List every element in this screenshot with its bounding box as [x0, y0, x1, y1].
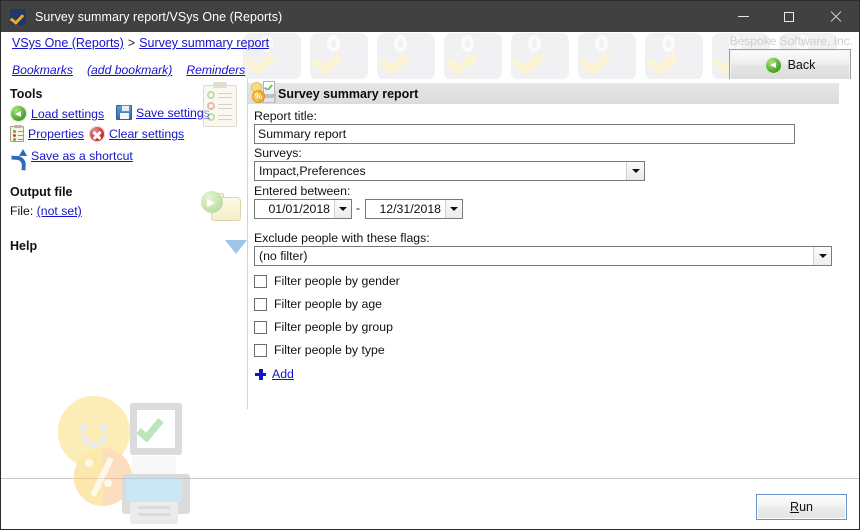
chevron-down-icon[interactable]	[626, 162, 644, 180]
entered-to-date-value: 12/31/2018	[379, 202, 441, 216]
filter-by-type-checkbox[interactable]: Filter people by type	[254, 342, 385, 358]
breadcrumb: VSys One (Reports) > Survey summary report	[12, 36, 269, 50]
add-filter-label: Add	[272, 367, 294, 381]
exclude-flags-select[interactable]: (no filter)	[254, 246, 832, 266]
exclude-flags-select-value: (no filter)	[259, 249, 308, 263]
breadcrumb-root-link[interactable]: VSys One (Reports)	[12, 36, 124, 50]
run-label-rest: un	[799, 500, 813, 514]
body-area: Tools Load settings Save settings Proper…	[1, 79, 859, 529]
back-button-label: Back	[787, 58, 816, 72]
properties-label: Properties	[28, 127, 85, 141]
reminders-link[interactable]: Reminders	[186, 63, 245, 77]
bookmark-links-row: Bookmarks (add bookmark) Reminders	[12, 63, 259, 77]
report-title-input[interactable]	[254, 124, 795, 144]
checkbox-box[interactable]	[254, 343, 267, 357]
filter-by-group-label: Filter people by group	[274, 320, 393, 334]
shortcut-arrow-icon	[10, 148, 27, 164]
save-settings-label: Save settings	[136, 105, 210, 120]
sidebar-item-load-settings[interactable]: Load settings	[10, 105, 104, 122]
clipboard-decoration-icon	[203, 82, 237, 127]
tools-heading: Tools	[10, 87, 43, 101]
panel-title: Survey summary report	[278, 86, 419, 101]
floppy-disk-icon	[116, 105, 132, 120]
help-heading: Help	[10, 239, 38, 253]
percent-glyph: %	[252, 90, 265, 103]
checkbox-box[interactable]	[254, 320, 267, 334]
calendar-dropdown-icon[interactable]	[445, 200, 462, 218]
output-folder-decoration-icon	[201, 189, 243, 227]
filter-by-age-checkbox[interactable]: Filter people by age	[254, 296, 382, 312]
back-button[interactable]: Back	[729, 49, 851, 79]
report-form-panel: % Survey summary report Report title: Su…	[248, 79, 859, 479]
checkbox-box[interactable]	[254, 274, 267, 288]
minimize-icon	[737, 16, 749, 17]
run-button-label: Run	[790, 500, 813, 514]
entered-from-date-input[interactable]: 01/01/2018	[254, 199, 352, 219]
green-back-arrow-icon	[10, 105, 27, 122]
surveys-select[interactable]: Impact,Preferences	[254, 161, 645, 181]
maximize-button[interactable]	[766, 1, 812, 32]
output-file-value-link[interactable]: (not set)	[37, 204, 82, 218]
surveys-select-value: Impact,Preferences	[259, 164, 366, 178]
filter-by-age-label: Filter people by age	[274, 297, 383, 311]
save-as-shortcut-label: Save as a shortcut	[31, 149, 133, 163]
title-bar: Survey summary report/VSys One (Reports)	[1, 1, 859, 32]
checkbox-box[interactable]	[254, 297, 267, 311]
header-band: VSys One (Reports) > Survey summary report…	[1, 32, 859, 79]
entered-between-label: Entered between:	[254, 184, 351, 198]
run-mnemonic: R	[790, 500, 800, 514]
company-watermark: Bespoke Software, Inc.	[729, 34, 853, 48]
sidebar-item-clear-settings[interactable]: Clear settings	[89, 126, 184, 142]
minimize-button[interactable]	[720, 1, 766, 32]
entered-from-date-value: 01/01/2018	[268, 202, 330, 216]
bookmarks-link[interactable]: Bookmarks	[12, 63, 73, 77]
run-button[interactable]: Run	[756, 494, 847, 520]
maximize-icon	[784, 11, 794, 22]
sidebar-item-save-settings[interactable]: Save settings	[116, 105, 210, 120]
clipboard-icon	[10, 125, 24, 142]
calendar-dropdown-icon[interactable]	[334, 200, 351, 218]
survey-report-composite-illustration	[56, 396, 206, 529]
survey-report-icon: %	[251, 81, 276, 105]
sidebar: Tools Load settings Save settings Proper…	[1, 79, 247, 529]
filter-by-type-label: Filter people by type	[274, 343, 385, 357]
filter-by-gender-checkbox[interactable]: Filter people by gender	[254, 273, 400, 289]
window-title: Survey summary report/VSys One (Reports)	[35, 9, 283, 24]
add-bookmark-link[interactable]: (add bookmark)	[87, 63, 172, 77]
close-button[interactable]	[812, 1, 858, 32]
surveys-label: Surveys:	[254, 146, 302, 160]
report-title-label: Report title:	[254, 109, 317, 123]
green-back-arrow-icon	[764, 56, 782, 74]
filter-by-group-checkbox[interactable]: Filter people by group	[254, 319, 393, 335]
plus-icon	[255, 368, 266, 380]
output-file-row: File: (not set)	[10, 204, 82, 218]
vsys-shield-icon	[10, 8, 26, 25]
add-filter-button[interactable]: Add	[255, 367, 294, 381]
sidebar-item-properties[interactable]: Properties	[10, 125, 85, 142]
sidebar-item-save-as-shortcut[interactable]: Save as a shortcut	[10, 148, 133, 164]
panel-header: % Survey summary report	[248, 81, 839, 105]
chevron-down-icon[interactable]	[813, 247, 831, 265]
breadcrumb-current-link[interactable]: Survey summary report	[139, 36, 269, 50]
red-x-circle-icon	[89, 126, 105, 142]
output-file-prefix: File:	[10, 204, 34, 218]
filter-by-gender-label: Filter people by gender	[274, 274, 400, 288]
close-icon	[830, 11, 841, 22]
date-range-separator: -	[356, 201, 361, 215]
entered-to-date-input[interactable]: 12/31/2018	[365, 199, 463, 219]
blue-triangle-down-icon[interactable]	[225, 240, 247, 254]
exclude-flags-label: Exclude people with these flags:	[254, 231, 430, 245]
breadcrumb-separator: >	[127, 36, 136, 50]
application-window: Survey summary report/VSys One (Reports)…	[0, 0, 860, 530]
clear-settings-label: Clear settings	[109, 127, 185, 141]
load-settings-label: Load settings	[31, 106, 105, 121]
output-file-heading: Output file	[10, 185, 73, 199]
